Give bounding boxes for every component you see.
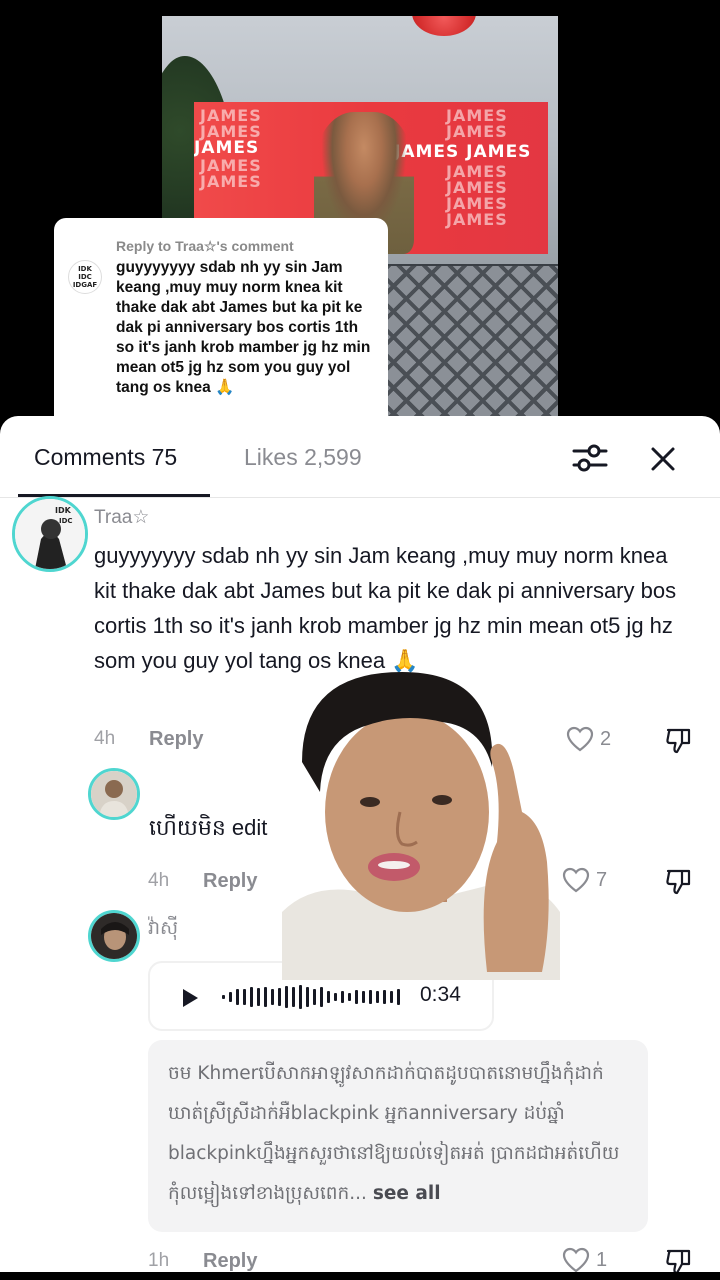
audio-duration: 0:34 xyxy=(420,983,461,1006)
billboard-text: JAMES xyxy=(446,210,508,229)
comment-text: guyyyyyyy sdab nh yy sin Jam keang ,muy … xyxy=(94,543,677,673)
tab-bar: Comments 75 Likes 2,599 xyxy=(0,416,720,498)
billboard-text: JAMES xyxy=(200,172,262,191)
comment-text: ហើយមិន edit xyxy=(149,815,268,840)
avatar: IDK IDC IDGAF xyxy=(68,260,102,294)
reply-bubble-text: guyyyyyyy sdab nh yy sin Jam keang ,muy … xyxy=(116,259,371,396)
avatar-image xyxy=(91,771,137,817)
comment-username[interactable]: Traa☆ xyxy=(94,506,149,529)
like-button[interactable]: 7 xyxy=(562,867,607,893)
billboard-text: JAMES JAMES xyxy=(394,142,532,162)
sliders-icon[interactable] xyxy=(572,442,608,474)
waveform-icon xyxy=(222,985,400,1009)
tab-likes[interactable]: Likes 2,599 xyxy=(244,444,362,471)
billboard-text: JAMES xyxy=(446,122,508,141)
voice-transcript[interactable]: ចម Khmerបើសាកអាឡូវសាកដាក់បាតដូបបាតនោមហ្ន… xyxy=(148,1040,648,1232)
avatar[interactable] xyxy=(88,910,140,962)
reply-button[interactable]: Reply xyxy=(149,728,203,751)
dislike-icon[interactable] xyxy=(664,726,694,756)
reply-button[interactable]: Reply xyxy=(203,1250,257,1273)
like-button[interactable]: 2 xyxy=(566,726,611,752)
comment-username[interactable]: វ៉ាសុី xyxy=(148,916,178,944)
reply-to-comment-bubble: IDK IDC IDGAF Reply to Traa☆'s comment guy… xyxy=(54,218,388,434)
heart-icon xyxy=(566,726,594,752)
close-icon[interactable] xyxy=(646,442,680,476)
like-count: 1 xyxy=(596,1248,608,1271)
play-icon[interactable] xyxy=(180,987,200,1009)
reply-bubble-header: Reply to Traa☆'s comment xyxy=(116,238,294,254)
heart-icon xyxy=(562,867,590,893)
comment-timestamp: 1h xyxy=(148,1250,170,1271)
person-overlay xyxy=(282,672,560,980)
svg-text:IDC: IDC xyxy=(59,517,73,525)
svg-text:IDK: IDK xyxy=(55,506,72,515)
dislike-icon[interactable] xyxy=(664,867,694,897)
reply-button[interactable]: Reply xyxy=(203,870,257,893)
avatar[interactable] xyxy=(88,768,140,820)
like-count: 7 xyxy=(596,868,608,891)
heart-icon xyxy=(562,1247,590,1273)
like-button[interactable]: 1 xyxy=(562,1247,607,1273)
tab-comments[interactable]: Comments 75 xyxy=(34,444,177,471)
billboard-text: JAMES xyxy=(194,138,260,158)
video-player[interactable]: JAMES JAMES JAMES JAMES JAMES JAMES JAME… xyxy=(0,0,720,434)
see-all-link[interactable]: see all xyxy=(373,1183,441,1204)
bottom-edge xyxy=(0,1272,720,1280)
billboard-structure xyxy=(382,266,558,430)
like-count: 2 xyxy=(600,727,612,750)
avatar-image xyxy=(91,913,137,959)
lips-sticker xyxy=(412,16,476,36)
avatar[interactable]: IDK IDC xyxy=(12,496,88,572)
avatar-image: IDK IDC xyxy=(15,499,85,569)
comment-timestamp: 4h xyxy=(94,728,116,749)
comment-timestamp: 4h xyxy=(148,870,170,891)
